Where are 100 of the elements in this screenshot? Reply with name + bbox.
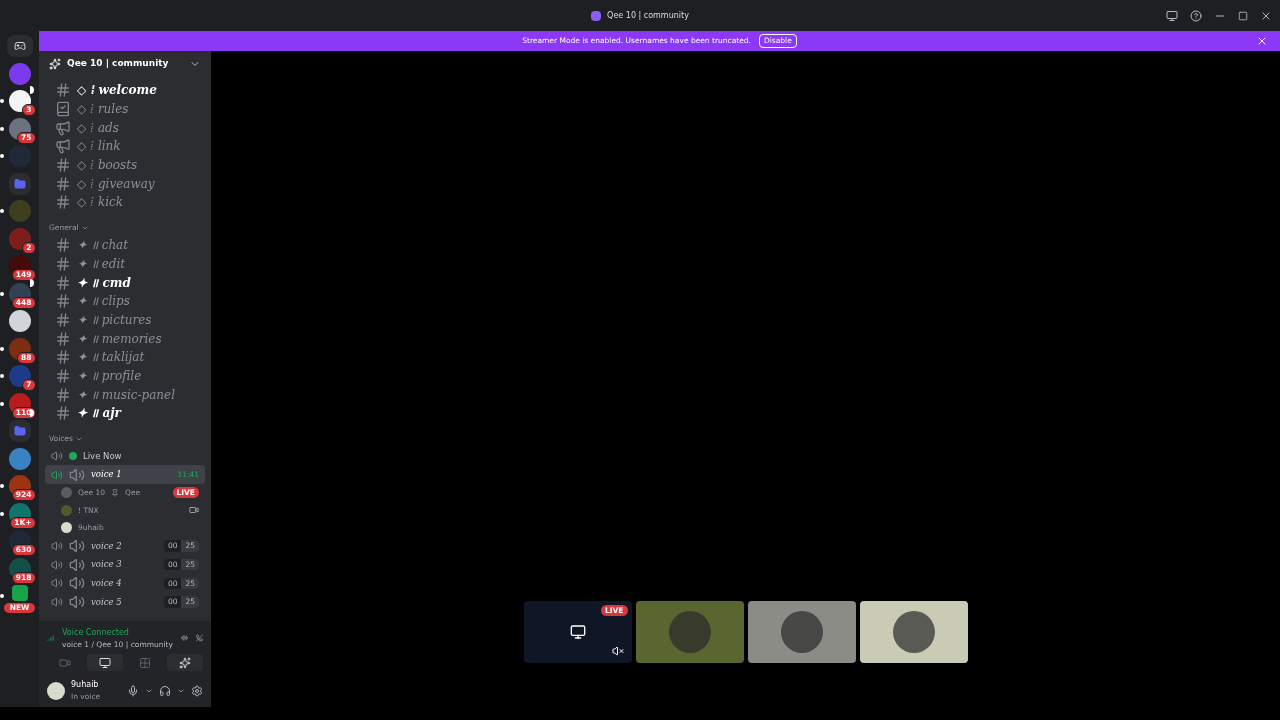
speaker-icon (69, 537, 85, 554)
participant-tile[interactable] (859, 601, 968, 663)
megaphone-icon (55, 119, 71, 136)
channel-item[interactable]: ✦ ॥ ajr (47, 404, 203, 423)
channel-item[interactable]: ✦ ॥ music-panel (47, 385, 203, 404)
server-avatar[interactable] (8, 337, 31, 360)
channel-item[interactable]: ◇ ⁞ boosts (47, 155, 203, 175)
channel-name: voice 1 (91, 468, 123, 482)
hash-icon (55, 237, 71, 254)
channel-name: ✦ ॥ chat (77, 237, 129, 255)
channel-item[interactable]: ✦ ॥ clips (47, 291, 203, 311)
server-badge-icon (49, 58, 61, 70)
disconnect-icon[interactable] (196, 632, 203, 645)
controller-icon (13, 40, 26, 52)
headphones-icon[interactable] (159, 685, 171, 697)
speaker-icon (69, 466, 85, 483)
hash-icon (55, 82, 71, 99)
hash-icon (55, 367, 71, 384)
channel-item[interactable]: ◇ ⁞ kick (47, 193, 203, 212)
channel-item[interactable]: ◇ ⁞ giveaway (47, 174, 203, 194)
grid-icon (139, 656, 151, 669)
speaker-icon (51, 539, 63, 552)
home-button[interactable] (6, 35, 33, 57)
channel-name: ✦ ॥ taklijat (77, 349, 145, 367)
hash-icon (55, 274, 71, 291)
channel-name: ◇ ⁞ welcome (77, 82, 157, 100)
channel-item[interactable]: ✦ ॥ cmd (47, 273, 203, 292)
channel-name: voice 2 (91, 539, 123, 553)
soundboard-button[interactable] (167, 654, 203, 671)
muted-icon[interactable] (611, 645, 624, 657)
channel-name: ◇ ⁞ link (77, 138, 121, 156)
avatar-placeholder (892, 611, 935, 653)
speaker-icon (69, 593, 85, 610)
server-avatar[interactable] (8, 90, 31, 112)
channel-name: ◇ ⁞ boosts (77, 157, 138, 175)
voice-channel[interactable]: Live Now (45, 446, 205, 466)
speaker-icon (69, 575, 85, 592)
channel-item[interactable]: ✦ ॥ pictures (47, 310, 203, 330)
channel-item[interactable]: ✦ ॥ chat (47, 235, 203, 255)
camera-icon (59, 656, 71, 669)
server-folder[interactable] (8, 420, 31, 442)
channel-item[interactable]: ✦ ॥ profile (47, 366, 203, 386)
speaker-icon (51, 468, 63, 481)
hash-icon (55, 330, 71, 347)
hash-icon (55, 255, 71, 272)
user-name: 9uhaib (71, 679, 100, 692)
chevron-icon[interactable] (145, 687, 153, 695)
channel-item[interactable]: ✦ ॥ edit (47, 254, 203, 274)
channel-name: ✦ ॥ ajr (77, 405, 121, 423)
hash-icon (55, 405, 71, 422)
channel-name: ✦ ॥ clips (77, 293, 130, 311)
channel-name: ✦ ॥ cmd (77, 274, 131, 292)
channel-name: voice 3 (91, 558, 123, 571)
channel-name: ✦ ॥ memories (77, 330, 162, 348)
server-avatar[interactable] (8, 117, 31, 140)
server-folder[interactable] (8, 172, 31, 195)
server-header[interactable]: Qee 10 | community (39, 51, 211, 77)
close-icon[interactable] (1256, 35, 1268, 47)
channel-item[interactable]: ✦ ॥ taklijat (47, 347, 203, 367)
microphone-icon[interactable] (127, 685, 139, 697)
channel-name: ✦ ॥ pictures (77, 311, 152, 329)
channel-item[interactable]: ◇ ⁞ welcome (47, 81, 203, 100)
hash-icon (55, 311, 71, 328)
hash-icon (55, 194, 71, 211)
hash-icon (55, 349, 71, 366)
help-icon[interactable] (1190, 9, 1202, 22)
speaker-icon (51, 558, 63, 571)
channel-name: Live Now (83, 449, 123, 463)
channel-item[interactable]: ✦ ॥ memories (47, 329, 203, 348)
chevron-icon[interactable] (177, 687, 185, 695)
server-avatar[interactable] (8, 365, 31, 387)
user-avatar[interactable] (47, 682, 65, 700)
avatar-placeholder (668, 611, 711, 653)
participant-tile[interactable] (747, 601, 856, 663)
server-name: Qee 10 | community (67, 57, 170, 71)
channel-name: ◇ ⁞ rules (77, 101, 129, 119)
channel-name: ✦ ॥ music-panel (77, 386, 176, 404)
channel-item[interactable]: ◇ ⁞ ads (47, 118, 203, 138)
avatar-placeholder (780, 611, 823, 653)
channel-name: ✦ ॥ edit (77, 255, 126, 273)
monitor-icon[interactable] (1166, 9, 1178, 22)
camera-icon (189, 505, 199, 516)
hash-icon (55, 386, 71, 403)
channel-name: voice 5 (91, 595, 123, 609)
channel-name: voice 4 (91, 576, 123, 590)
channel-item[interactable]: ◇ ⁞ rules (47, 99, 203, 119)
channel-item[interactable]: ◇ ⁞ link (47, 137, 203, 156)
server-avatar[interactable] (8, 310, 31, 332)
speaker-icon (69, 556, 85, 573)
book-icon (55, 101, 71, 118)
speaker-icon (51, 595, 63, 608)
maximize-icon[interactable] (1238, 10, 1248, 21)
screen-share-button[interactable] (87, 654, 123, 671)
speaker-icon (51, 577, 63, 590)
hash-icon (55, 175, 71, 192)
participant-tile[interactable] (635, 601, 744, 663)
settings-icon[interactable] (191, 685, 203, 697)
server-avatar[interactable] (8, 227, 31, 250)
window-title: Qee 10 | community (607, 9, 689, 22)
channel-name: ◇ ⁞ kick (77, 194, 123, 212)
